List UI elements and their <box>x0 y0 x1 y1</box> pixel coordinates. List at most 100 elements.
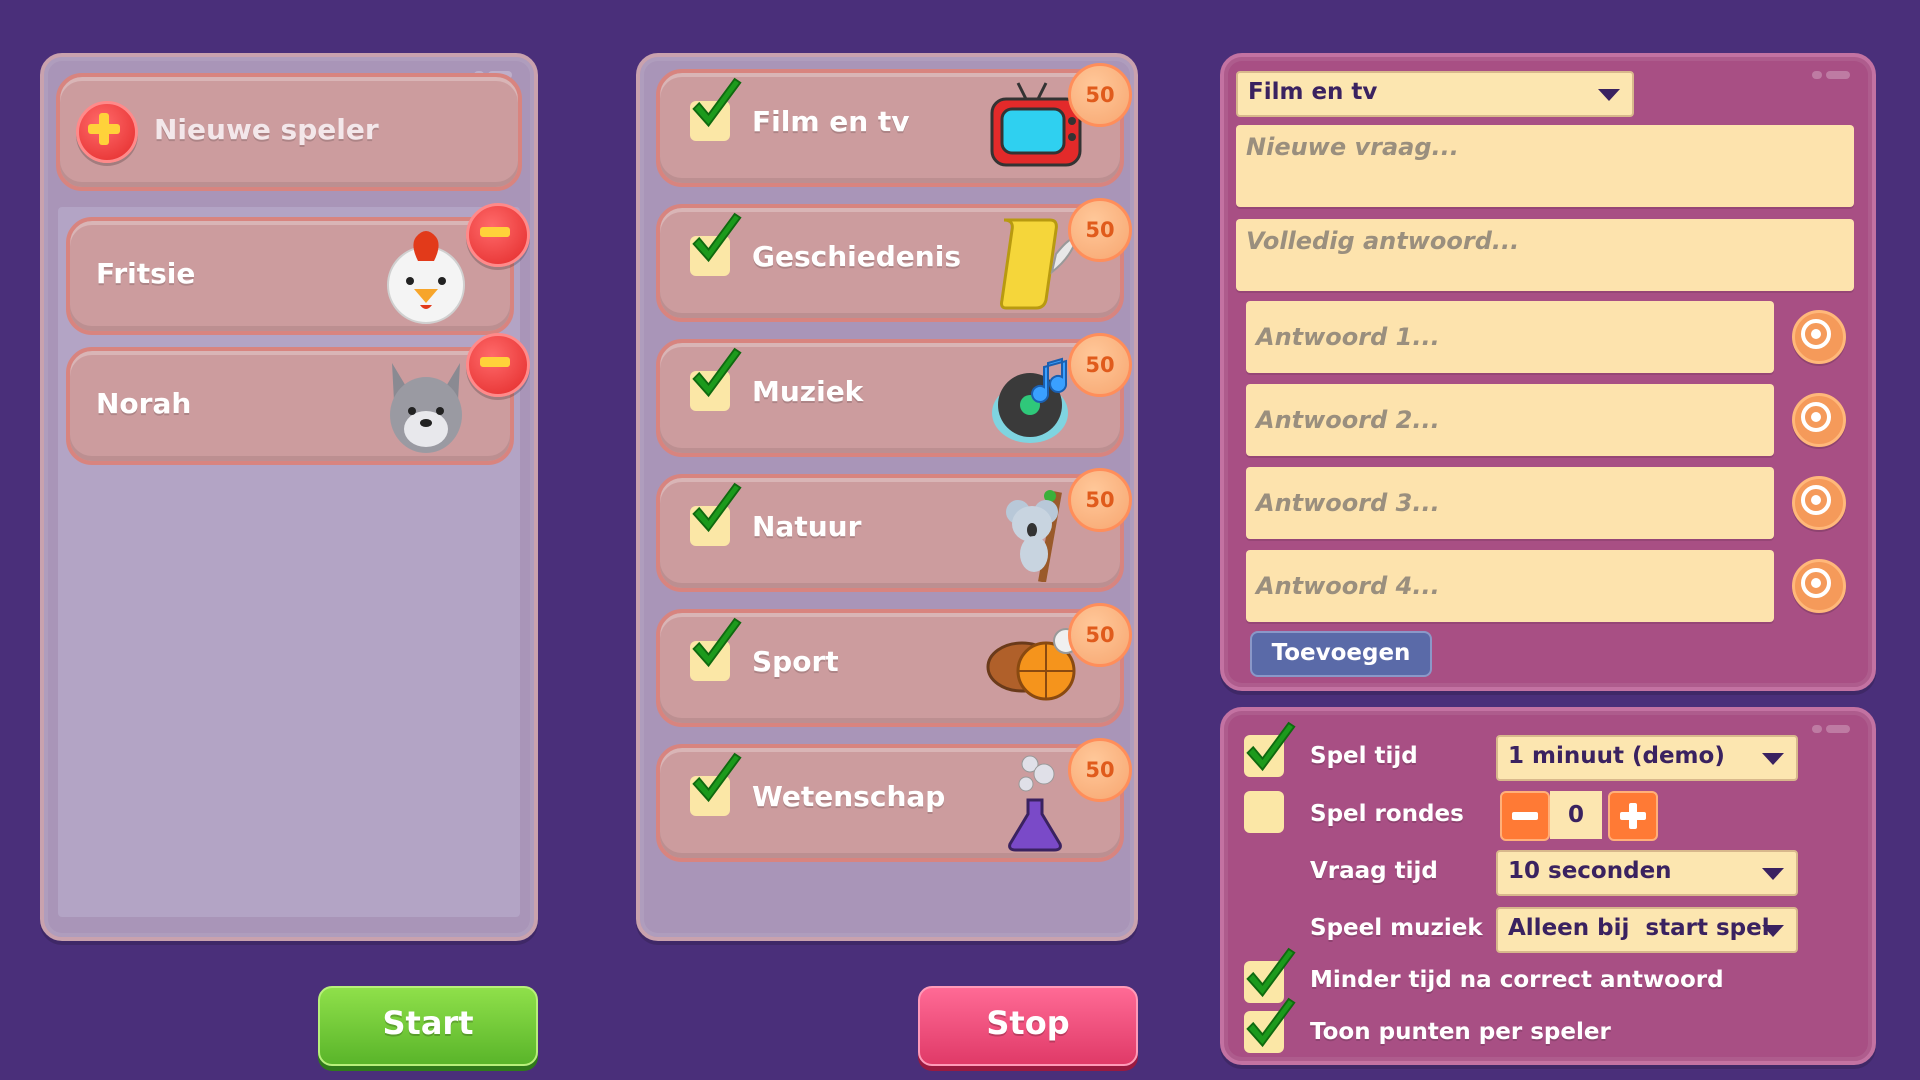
panel-dots-decoration <box>1812 725 1852 735</box>
checkmark-icon <box>688 617 744 677</box>
scroll-quill-icon <box>990 214 1080 312</box>
game-rounds-checkbox[interactable] <box>1244 791 1284 833</box>
new-player-label: Nieuwe speler <box>154 113 379 146</box>
minus-icon <box>1512 812 1538 820</box>
play-music-select[interactable]: Alleen bij start spel <box>1496 907 1798 953</box>
new-question-placeholder: Nieuwe vraag... <box>1246 133 1459 161</box>
answer-placeholder: Antwoord 1... <box>1256 323 1440 351</box>
checkmark-icon <box>688 752 744 812</box>
category-geschiedenis[interactable]: Geschiedenis <box>656 204 1124 322</box>
remove-player-button[interactable] <box>466 333 530 397</box>
target-icon <box>1801 319 1831 349</box>
rounds-increase-button[interactable] <box>1608 791 1658 841</box>
wolf-icon <box>380 357 472 457</box>
plus-icon <box>1620 803 1646 829</box>
game-rounds-label: Spel rondes <box>1310 801 1464 827</box>
category-checkbox[interactable] <box>690 371 730 411</box>
remove-player-button[interactable] <box>466 203 530 267</box>
vinyl-note-icon <box>990 351 1080 445</box>
mark-correct-answer-2-button[interactable] <box>1792 393 1846 447</box>
category-label: Natuur <box>752 510 862 543</box>
category-natuur[interactable]: Natuur <box>656 474 1124 592</box>
checkmark-icon <box>688 482 744 542</box>
chevron-down-icon <box>1762 753 1784 765</box>
question-time-select[interactable]: 10 seconden <box>1496 850 1798 896</box>
answer-placeholder: Antwoord 3... <box>1256 489 1440 517</box>
answer-4-input[interactable]: Antwoord 4... <box>1246 550 1774 622</box>
checkmark-icon <box>688 77 744 137</box>
category-label: Film en tv <box>752 105 910 138</box>
chevron-down-icon <box>1598 89 1620 101</box>
mark-correct-answer-4-button[interactable] <box>1792 559 1846 613</box>
chevron-down-icon <box>1762 925 1784 937</box>
player-name: Norah <box>96 387 192 420</box>
less-time-label: Minder tijd na correct antwoord <box>1310 967 1724 993</box>
mark-correct-answer-1-button[interactable] <box>1792 310 1846 364</box>
category-checkbox[interactable] <box>690 506 730 546</box>
show-points-checkbox[interactable] <box>1244 1011 1284 1053</box>
new-question-input[interactable]: Nieuwe vraag... <box>1236 125 1854 207</box>
category-label: Geschiedenis <box>752 240 961 273</box>
new-player-button[interactable]: Nieuwe speler <box>56 73 522 191</box>
category-label: Muziek <box>752 375 864 408</box>
players-panel: Nieuwe speler Fritsie Norah <box>40 53 538 941</box>
category-sport[interactable]: Sport <box>656 609 1124 727</box>
plus-icon <box>76 101 138 163</box>
target-icon <box>1801 402 1831 432</box>
stop-label: Stop <box>986 1004 1070 1042</box>
category-select[interactable]: Film en tv <box>1236 71 1634 117</box>
answer-2-input[interactable]: Antwoord 2... <box>1246 384 1774 456</box>
answer-1-input[interactable]: Antwoord 1... <box>1246 301 1774 373</box>
player-card[interactable]: Fritsie <box>66 217 514 335</box>
add-question-label: Toevoegen <box>1271 640 1411 666</box>
flask-icon <box>1000 752 1070 852</box>
game-time-label: Spel tijd <box>1310 743 1418 769</box>
question-panel: Film en tv Nieuwe vraag... Volledig antw… <box>1220 53 1876 691</box>
answer-placeholder: Antwoord 4... <box>1256 572 1440 600</box>
game-time-value: 1 minuut (demo) <box>1508 743 1725 769</box>
settings-panel: Spel tijd 1 minuut (demo) Spel rondes 0 … <box>1220 707 1876 1065</box>
points-badge: 50 <box>1068 198 1132 262</box>
answer-3-input[interactable]: Antwoord 3... <box>1246 467 1774 539</box>
chevron-down-icon <box>1762 868 1784 880</box>
checkmark-icon <box>688 212 744 272</box>
full-answer-placeholder: Volledig antwoord... <box>1246 227 1520 255</box>
points-badge: 50 <box>1068 333 1132 397</box>
panel-dots-decoration <box>1812 71 1852 81</box>
category-label: Wetenschap <box>752 780 946 813</box>
play-music-value: Alleen bij start spel <box>1508 915 1770 941</box>
target-icon <box>1801 568 1831 598</box>
points-badge: 50 <box>1068 63 1132 127</box>
koala-icon <box>996 482 1076 583</box>
category-select-value: Film en tv <box>1248 79 1378 105</box>
question-time-value: 10 seconden <box>1508 858 1672 884</box>
answer-placeholder: Antwoord 2... <box>1256 406 1440 434</box>
categories-panel: Film en tv 50 Geschiedenis 50 Muziek 50 … <box>636 53 1138 941</box>
player-card[interactable]: Norah <box>66 347 514 465</box>
full-answer-input[interactable]: Volledig antwoord... <box>1236 219 1854 291</box>
category-checkbox[interactable] <box>690 776 730 816</box>
category-checkbox[interactable] <box>690 236 730 276</box>
rounds-decrease-button[interactable] <box>1500 791 1550 841</box>
game-time-checkbox[interactable] <box>1244 735 1284 777</box>
show-points-label: Toon punten per speler <box>1310 1019 1611 1045</box>
category-checkbox[interactable] <box>690 641 730 681</box>
category-film-en-tv[interactable]: Film en tv <box>656 69 1124 187</box>
target-icon <box>1801 485 1831 515</box>
player-name: Fritsie <box>96 257 196 290</box>
question-time-label: Vraag tijd <box>1310 858 1438 884</box>
category-wetenschap[interactable]: Wetenschap <box>656 744 1124 862</box>
mark-correct-answer-3-button[interactable] <box>1792 476 1846 530</box>
play-music-label: Speel muziek <box>1310 915 1483 941</box>
category-checkbox[interactable] <box>690 101 730 141</box>
checkmark-icon <box>1242 721 1298 781</box>
game-time-select[interactable]: 1 minuut (demo) <box>1496 735 1798 781</box>
add-question-button[interactable]: Toevoegen <box>1250 631 1432 677</box>
category-muziek[interactable]: Muziek <box>656 339 1124 457</box>
checkmark-icon <box>1242 997 1298 1057</box>
chicken-icon <box>380 227 472 327</box>
start-label: Start <box>382 1004 474 1042</box>
checkmark-icon <box>688 347 744 407</box>
stop-button[interactable]: Stop <box>918 986 1138 1066</box>
start-button[interactable]: Start <box>318 986 538 1066</box>
